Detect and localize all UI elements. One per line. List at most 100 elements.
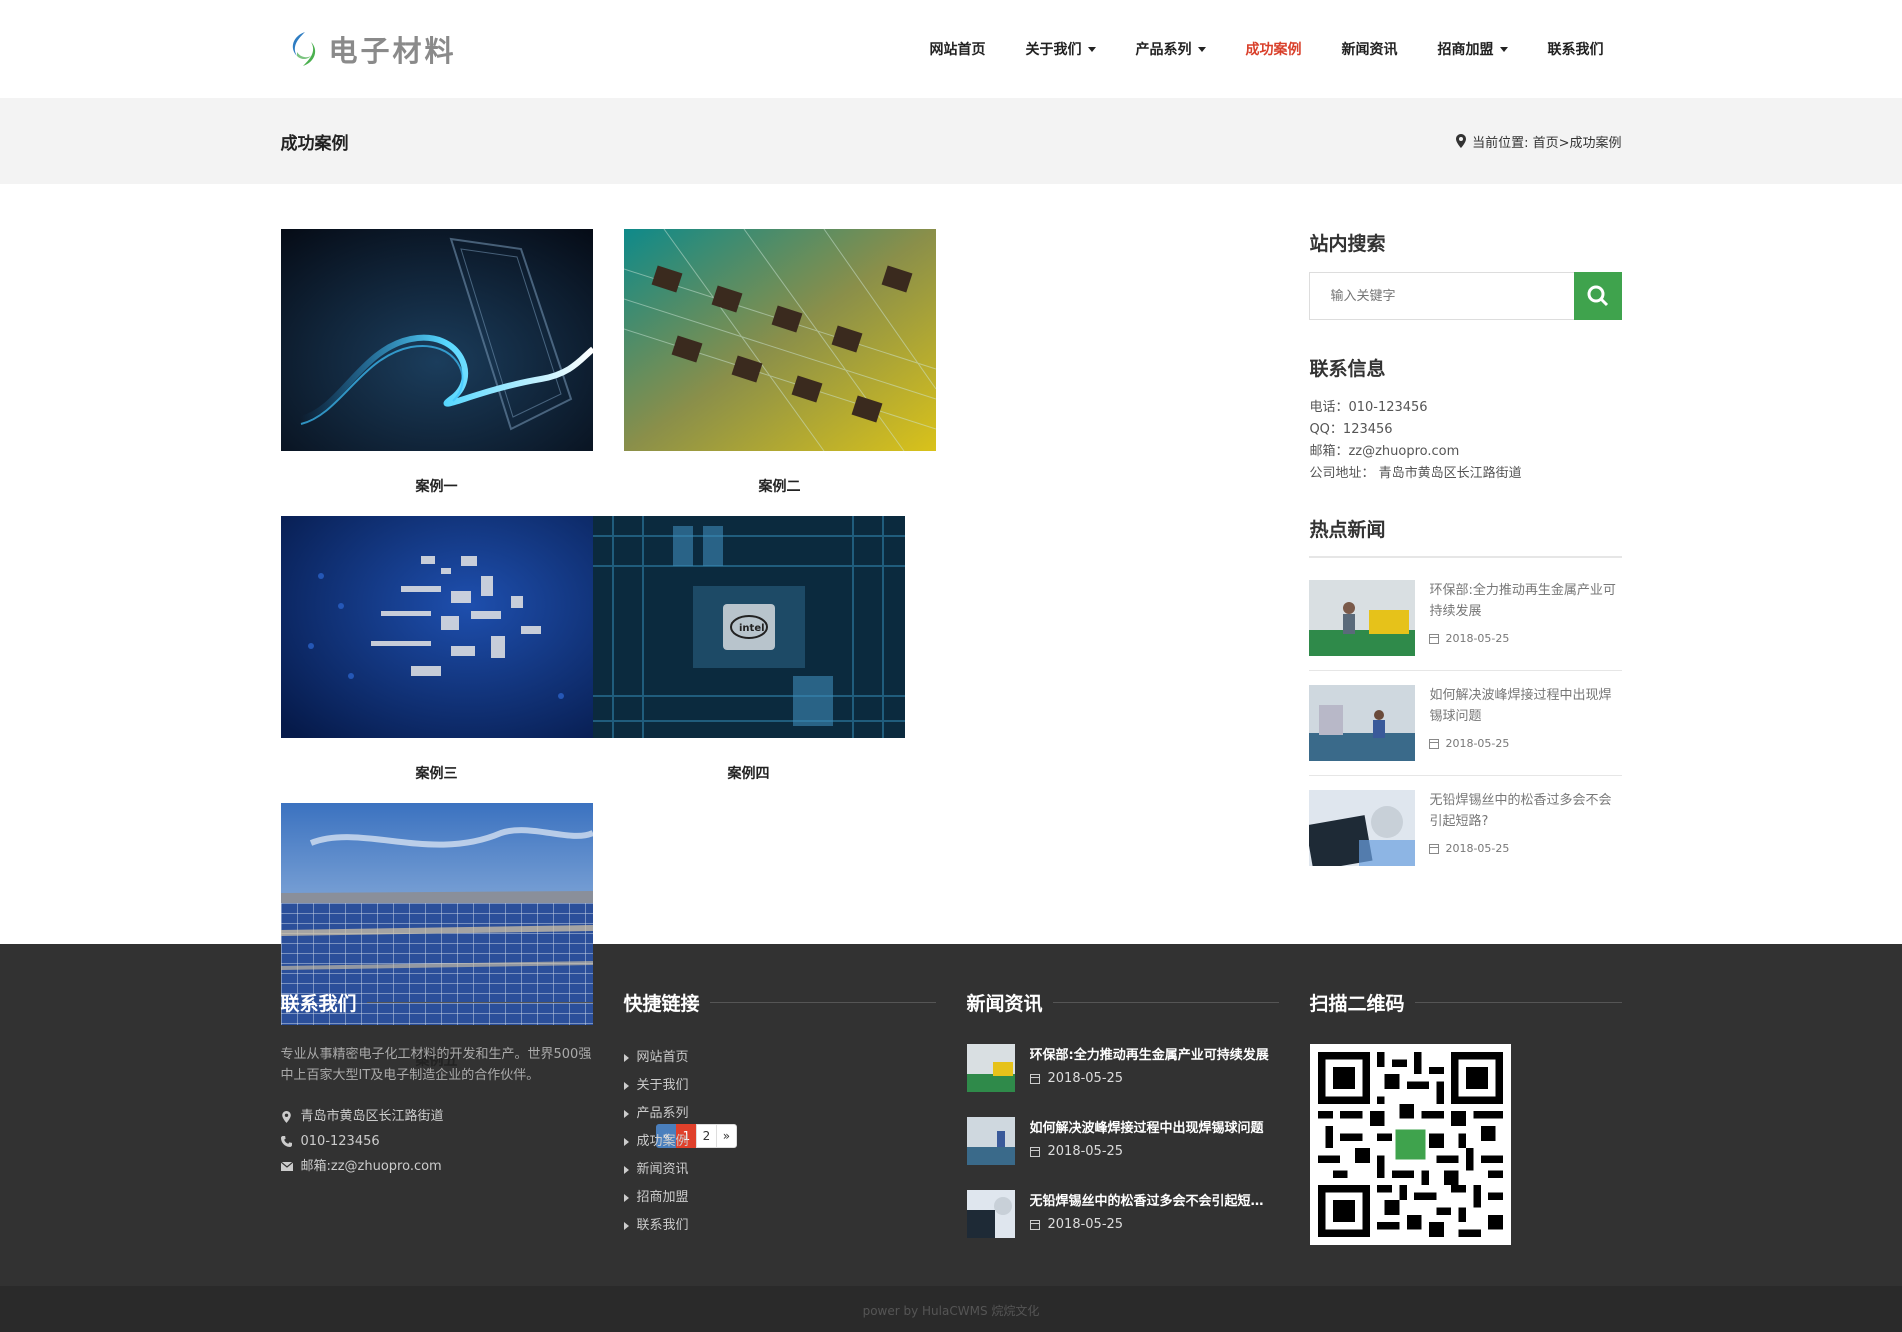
footer-links-heading: 快捷链接 — [623, 993, 700, 1015]
link-label: 联系我们 — [636, 1218, 689, 1233]
case-image[interactable]: intel — [592, 516, 905, 738]
case-title[interactable]: 案例四 — [593, 763, 905, 783]
nav-item-cases[interactable]: 成功案例 — [1246, 39, 1302, 59]
hot-news-title[interactable]: 环保部:全力推动再生金属产业可持续发展 — [1429, 580, 1621, 622]
date-text: 2018-05-25 — [1047, 1144, 1124, 1159]
calendar-icon — [1029, 1073, 1040, 1084]
case-item[interactable]: intel 案例四 — [592, 516, 905, 783]
footer-news-date: 2018-05-25 — [1029, 1071, 1270, 1086]
calendar-icon — [1429, 738, 1440, 749]
copyright: power by HulaCWMS 烷烷文化 — [0, 1286, 1902, 1332]
footer-link[interactable]: 新闻资讯 — [623, 1156, 936, 1184]
footer-address: 青岛市黄岛区长江路街道 — [281, 1104, 593, 1129]
news-thumbnail[interactable] — [966, 1190, 1015, 1238]
caret-right-icon — [623, 1110, 629, 1118]
footer-phone: 010-123456 — [281, 1129, 593, 1154]
link-label: 新闻资讯 — [636, 1162, 689, 1177]
contact-info: 电话：010-123456 QQ：123456 邮箱：zz@zhuopro.co… — [1309, 397, 1621, 485]
calendar-icon — [1029, 1146, 1040, 1157]
footer-news-date: 2018-05-25 — [1029, 1217, 1270, 1232]
caret-right-icon — [623, 1054, 629, 1062]
footer-news-heading: 新闻资讯 — [966, 993, 1043, 1015]
footer-news: 新闻资讯 环保部:全力推动再生金属产业可持续发展 2018-05-25 如何解决… — [966, 989, 1279, 1263]
footer-news-item[interactable]: 无铅焊锡丝中的松香过多会不会引起短路? 2018-05-25 — [966, 1190, 1279, 1238]
case-title[interactable]: 案例二 — [624, 476, 936, 496]
date-text: 2018-05-25 — [1047, 1217, 1124, 1232]
case-image[interactable] — [280, 229, 593, 451]
hot-news-item[interactable]: 如何解决波峰焊接过程中出现焊锡球问题 2018-05-25 — [1309, 685, 1622, 776]
nav-label: 招商加盟 — [1437, 42, 1494, 58]
footer-news-title[interactable]: 无铅焊锡丝中的松香过多会不会引起短路? — [1030, 1190, 1270, 1209]
hot-news-title[interactable]: 无铅焊锡丝中的松香过多会不会引起短路? — [1429, 790, 1621, 832]
address-text: 青岛市黄岛区长江路街道 — [300, 1109, 444, 1124]
contact-email: 邮箱：zz@zhuopro.com — [1309, 444, 1460, 459]
email-text: 邮箱:zz@zhuopro.com — [300, 1159, 442, 1174]
footer-link[interactable]: 联系我们 — [623, 1212, 936, 1240]
footer-link[interactable]: 招商加盟 — [623, 1184, 936, 1212]
logo-leaf-icon — [285, 30, 323, 68]
case-image[interactable] — [280, 516, 593, 738]
contact-address: 公司地址： 青岛市黄岛区长江路街道 — [1309, 466, 1522, 481]
footer-link[interactable]: 成功案例 — [623, 1128, 936, 1156]
hot-news-list: 环保部:全力推动再生金属产业可持续发展 2018-05-25 如何解决波峰焊接过… — [1309, 580, 1622, 880]
news-thumbnail[interactable] — [966, 1117, 1015, 1165]
page-banner: 成功案例 当前位置: 首页>成功案例 — [0, 98, 1902, 184]
logo-text: 电子材料 — [328, 34, 457, 68]
nav-label: 产品系列 — [1135, 42, 1192, 58]
hot-news-title[interactable]: 如何解决波峰焊接过程中出现焊锡球问题 — [1429, 685, 1621, 727]
search-heading: 站内搜索 — [1309, 233, 1386, 255]
footer-qrcode: 扫描二维码 — [1309, 989, 1622, 1263]
date-text: 2018-05-25 — [1445, 842, 1510, 855]
footer-news-title[interactable]: 如何解决波峰焊接过程中出现焊锡球问题 — [1030, 1117, 1270, 1136]
case-item[interactable]: 案例一 — [280, 229, 593, 496]
footer-link[interactable]: 产品系列 — [623, 1100, 936, 1128]
breadcrumb: 当前位置: 首页>成功案例 — [1456, 132, 1622, 151]
link-label: 招商加盟 — [636, 1190, 689, 1205]
site-footer: 联系我们 专业从事精密电子化工材料的开发和生产。世界500强中上百家大型IT及电… — [0, 944, 1902, 1286]
nav-item-home[interactable]: 网站首页 — [930, 39, 986, 59]
news-thumbnail[interactable] — [966, 1044, 1015, 1092]
nav-label: 联系我们 — [1547, 42, 1604, 58]
case-item[interactable]: 案例三 — [280, 516, 593, 783]
hot-news-date: 2018-05-25 — [1429, 737, 1621, 750]
case-item[interactable]: 案例二 — [623, 229, 936, 496]
envelope-icon — [280, 1162, 293, 1171]
nav-item-franchise[interactable]: 招商加盟 — [1438, 39, 1508, 59]
breadcrumb-text[interactable]: 当前位置: 首页>成功案例 — [1472, 132, 1621, 151]
caret-right-icon — [623, 1194, 629, 1202]
contact-qq: QQ：123456 — [1309, 422, 1393, 437]
hot-news-date: 2018-05-25 — [1429, 632, 1621, 645]
footer-link[interactable]: 网站首页 — [623, 1044, 936, 1072]
link-label: 关于我们 — [636, 1078, 689, 1093]
nav-item-products[interactable]: 产品系列 — [1136, 39, 1206, 59]
nav-item-news[interactable]: 新闻资讯 — [1342, 39, 1398, 59]
caret-down-icon — [1197, 46, 1206, 52]
caret-right-icon — [623, 1082, 629, 1090]
search-button[interactable] — [1573, 272, 1622, 320]
nav-item-about[interactable]: 关于我们 — [1026, 39, 1096, 59]
link-label: 网站首页 — [636, 1050, 689, 1065]
footer-qrcode-heading: 扫描二维码 — [1309, 993, 1405, 1015]
case-title[interactable]: 案例一 — [281, 476, 593, 496]
caret-down-icon — [1499, 46, 1508, 52]
site-logo[interactable]: 电子材料 — [285, 28, 457, 70]
footer-link[interactable]: 关于我们 — [623, 1072, 936, 1100]
phone-text: 010-123456 — [300, 1134, 380, 1149]
link-label: 成功案例 — [636, 1134, 689, 1149]
search-input[interactable] — [1309, 272, 1574, 320]
date-text: 2018-05-25 — [1445, 737, 1510, 750]
footer-news-title[interactable]: 环保部:全力推动再生金属产业可持续发展 — [1030, 1044, 1270, 1063]
hot-news-item[interactable]: 环保部:全力推动再生金属产业可持续发展 2018-05-25 — [1309, 580, 1622, 671]
hot-news-item[interactable]: 无铅焊锡丝中的松香过多会不会引起短路? 2018-05-25 — [1309, 790, 1621, 880]
nav-item-contact[interactable]: 联系我们 — [1548, 39, 1604, 59]
caret-right-icon — [623, 1166, 629, 1174]
svg-text:intel: intel — [739, 623, 765, 634]
news-thumbnail[interactable] — [1309, 685, 1416, 761]
news-thumbnail[interactable] — [1309, 790, 1416, 866]
footer-news-item[interactable]: 环保部:全力推动再生金属产业可持续发展 2018-05-25 — [966, 1044, 1279, 1092]
case-image[interactable] — [623, 229, 936, 451]
footer-news-item[interactable]: 如何解决波峰焊接过程中出现焊锡球问题 2018-05-25 — [966, 1117, 1279, 1165]
nav-label: 成功案例 — [1245, 42, 1302, 58]
case-title[interactable]: 案例三 — [281, 763, 593, 783]
news-thumbnail[interactable] — [1309, 580, 1416, 656]
